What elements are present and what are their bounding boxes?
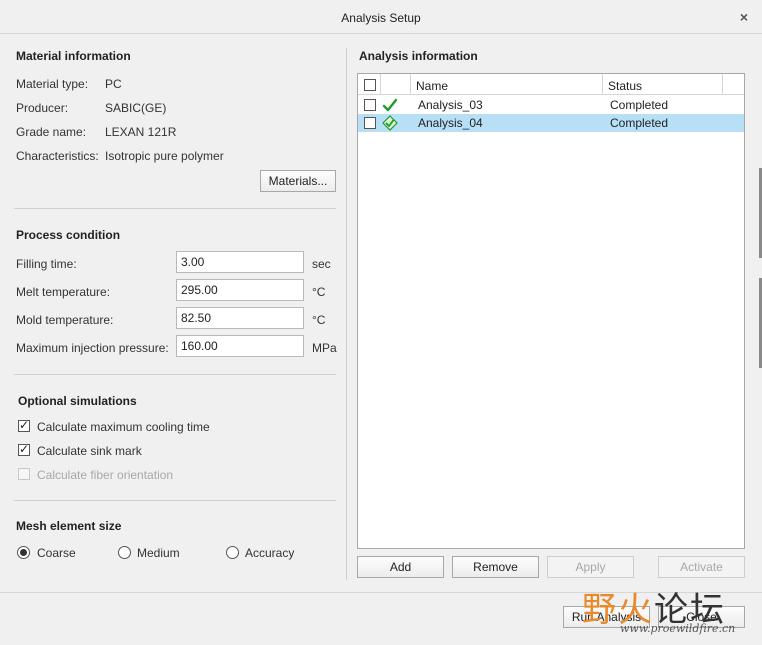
panel-divider xyxy=(346,48,347,580)
filling-time-unit: sec xyxy=(312,257,331,271)
coarse-radio[interactable] xyxy=(17,546,30,559)
characteristics-value: Isotropic pure polymer xyxy=(105,149,224,163)
section-divider xyxy=(14,208,336,209)
max-injection-pressure-label: Maximum injection pressure: xyxy=(16,341,169,355)
column-separator[interactable] xyxy=(410,74,411,95)
activate-button: Activate xyxy=(658,556,745,578)
analysis-row-selected[interactable]: Analysis_04 Completed xyxy=(358,114,744,132)
materials-button[interactable]: Materials... xyxy=(260,170,336,192)
analysis-list[interactable]: Name Status Analysis_03 Completed Analys… xyxy=(357,73,745,549)
title-bar: Analysis Setup × xyxy=(0,0,762,34)
mold-temperature-unit: °C xyxy=(312,313,326,327)
melt-temperature-unit: °C xyxy=(312,285,326,299)
checkmark-icon xyxy=(382,98,398,112)
cooling-time-label[interactable]: Calculate maximum cooling time xyxy=(37,420,210,434)
sink-mark-checkbox[interactable] xyxy=(18,442,30,456)
column-separator xyxy=(722,74,723,95)
material-type-label: Material type: xyxy=(16,77,89,91)
name-column-header[interactable]: Name xyxy=(416,79,448,93)
analysis-status: Completed xyxy=(610,98,669,112)
run-analysis-button[interactable]: Run Analysis xyxy=(563,606,650,628)
characteristics-label: Characteristics: xyxy=(16,149,99,163)
max-injection-pressure-unit: MPa xyxy=(312,341,337,355)
close-icon[interactable]: × xyxy=(740,9,748,25)
optional-heading: Optional simulations xyxy=(18,394,137,408)
accuracy-radio[interactable] xyxy=(226,546,239,559)
footer-divider xyxy=(0,592,762,593)
medium-radio[interactable] xyxy=(118,546,131,559)
mold-temperature-label: Mold temperature: xyxy=(16,313,114,327)
sink-mark-label[interactable]: Calculate sink mark xyxy=(37,444,142,458)
active-analysis-icon xyxy=(382,115,398,131)
analysis-list-header: Name Status xyxy=(358,74,744,95)
close-button[interactable]: Close xyxy=(658,606,745,628)
analysis-name: Analysis_03 xyxy=(418,98,483,112)
remove-button[interactable]: Remove xyxy=(452,556,539,578)
filling-time-input[interactable] xyxy=(176,251,304,273)
grade-name-label: Grade name: xyxy=(16,125,87,139)
producer-value: SABIC(GE) xyxy=(105,101,167,115)
grade-name-value: LEXAN 121R xyxy=(105,125,177,139)
cooling-time-checkbox[interactable] xyxy=(18,418,30,432)
add-button[interactable]: Add xyxy=(357,556,444,578)
fiber-orientation-label: Calculate fiber orientation xyxy=(37,468,174,482)
row-checkbox[interactable] xyxy=(364,117,376,129)
window-title: Analysis Setup xyxy=(341,11,421,25)
status-column-header[interactable]: Status xyxy=(608,79,642,93)
melt-temperature-label: Melt temperature: xyxy=(16,285,111,299)
section-divider xyxy=(14,374,336,375)
material-type-value: PC xyxy=(105,77,122,91)
column-separator xyxy=(380,74,381,95)
mold-temperature-input[interactable] xyxy=(176,307,304,329)
fiber-orientation-checkbox xyxy=(18,468,30,480)
row-checkbox[interactable] xyxy=(364,99,376,111)
analysis-name: Analysis_04 xyxy=(418,116,483,130)
melt-temperature-input[interactable] xyxy=(176,279,304,301)
filling-time-label: Filling time: xyxy=(16,257,77,271)
coarse-label[interactable]: Coarse xyxy=(37,546,76,560)
producer-label: Producer: xyxy=(16,101,69,115)
analysis-status: Completed xyxy=(610,116,669,130)
medium-label[interactable]: Medium xyxy=(137,546,180,560)
select-all-checkbox[interactable] xyxy=(364,79,376,91)
process-heading: Process condition xyxy=(16,228,121,242)
analysis-row[interactable]: Analysis_03 Completed xyxy=(358,96,744,114)
section-divider xyxy=(14,500,336,501)
analysis-heading: Analysis information xyxy=(359,49,478,63)
apply-button: Apply xyxy=(547,556,634,578)
max-injection-pressure-input[interactable] xyxy=(176,335,304,357)
mesh-heading: Mesh element size xyxy=(16,519,122,533)
material-heading: Material information xyxy=(16,49,131,63)
accuracy-label[interactable]: Accuracy xyxy=(245,546,294,560)
column-separator[interactable] xyxy=(602,74,603,95)
